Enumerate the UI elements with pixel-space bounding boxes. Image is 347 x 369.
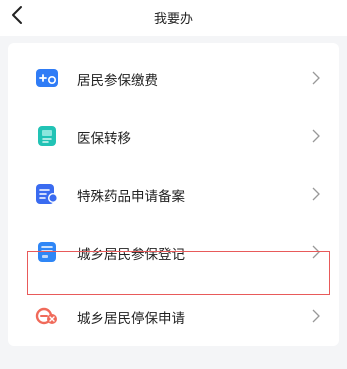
menu-item-label: 城乡居民停保申请	[77, 311, 185, 327]
menu-item-label: 城乡居民参保登记	[77, 247, 185, 263]
suspend-insurance-icon	[35, 307, 57, 325]
insurance-payment-icon	[36, 69, 58, 87]
special-drug-icon	[36, 184, 58, 204]
page-title: 我要办	[153, 12, 193, 27]
chevron-right-icon	[312, 129, 320, 143]
menu-item-insurance-payment[interactable]: 居民参保缴费	[8, 49, 339, 107]
menu-item-suspend-insurance[interactable]: 城乡居民停保申请	[8, 287, 339, 345]
insurance-transfer-icon	[38, 126, 56, 146]
menu-card: 居民参保缴费 医保转移 特殊药品申请备案 城乡居民参保登记 城乡居民停保申请	[8, 43, 339, 346]
registration-icon	[38, 242, 56, 262]
menu-item-insurance-transfer[interactable]: 医保转移	[8, 107, 339, 165]
chevron-right-icon	[312, 187, 320, 201]
menu-item-label: 医保转移	[77, 131, 131, 147]
menu-item-special-drug[interactable]: 特殊药品申请备案	[8, 165, 339, 223]
chevron-right-icon	[312, 245, 320, 259]
chevron-right-icon	[312, 309, 320, 323]
chevron-right-icon	[312, 71, 320, 85]
menu-item-registration[interactable]: 城乡居民参保登记	[8, 223, 339, 281]
menu-item-label: 特殊药品申请备案	[77, 189, 185, 205]
menu-item-label: 居民参保缴费	[77, 73, 158, 89]
nav-bar: 我要办	[0, 0, 347, 36]
